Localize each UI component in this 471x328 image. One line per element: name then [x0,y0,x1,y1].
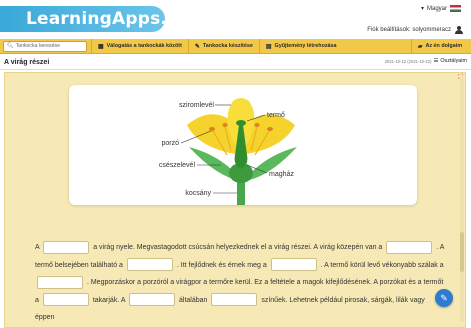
logo-text: LearningApps.org [26,9,200,29]
answer-field[interactable] [129,293,176,307]
anther-shape [222,123,228,127]
my-classes-link[interactable]: ☰ Osztályaim [433,58,467,64]
stigma-shape [236,120,246,126]
nav-item-my-stuff[interactable]: ▰ Az én dolgaim [410,38,468,54]
answer-field[interactable] [126,258,173,272]
pencil-icon: ✎ [440,292,448,303]
title-row: A virág részei 2021-12-12 (2021-12-22) ☰… [0,56,471,70]
search-placeholder: Tankocka keresése [15,43,60,49]
date-label: 2021-12-12 (2021-12-22) [384,58,432,64]
language-selector[interactable]: ▾ Magyar [421,5,461,12]
cloze-text: A a virág nyele. Megvastagodott csúcsán … [35,239,445,327]
answer-field[interactable] [42,293,89,307]
nav-item-label: Az én dolgaim [425,43,462,49]
account-label: Fiók beállítások: solyommeracz [367,27,451,33]
nav-item-label: Gyűjtemény létrehozása [274,43,337,49]
app-stage: ⛶ [4,72,466,328]
my-classes-label: Osztályaim [440,58,467,64]
collection-icon: ▤ [265,43,272,50]
folder-icon: ▰ [417,43,423,50]
label-stem: kocsány [185,190,211,197]
flower-diagram-card: sziromlevél termő porzó csészelevél magh… [69,85,417,205]
answer-field[interactable] [43,240,90,254]
page-meta: 2021-12-12 (2021-12-22) ☰ Osztályaim [385,58,467,64]
hungarian-flag-icon [450,5,461,12]
flower-diagram: sziromlevél termő porzó csészelevél magh… [159,98,297,205]
label-ovary: magház [269,171,294,178]
edit-button[interactable]: ✎ [435,289,453,307]
app-root: LearningApps.org ▾ Magyar Fiók beállítás… [0,0,471,328]
nav-item-label: Tankocka készítése [202,43,253,49]
page-title: A virág részei [4,59,50,66]
list-icon: ☰ [433,58,439,64]
pencil-icon: ✎ [194,43,200,50]
answer-field[interactable] [211,293,258,307]
text-segment: A [35,244,40,251]
label-stamen: porzó [161,140,179,147]
text-segment: takarják. A [92,296,126,304]
anther-shape [254,123,260,127]
main-nav: 🔍︎ Tankocka keresése ▦ Válogatás a tanko… [0,38,471,54]
answer-field[interactable] [270,258,317,272]
scrollbar-thumb[interactable] [460,232,464,272]
label-sepal: csészelevél [159,162,196,169]
search-icon: 🔍︎ [7,43,14,49]
user-icon [455,26,463,34]
nav-item-create-app[interactable]: ✎ Tankocka készítése [187,38,259,54]
nav-item-create-collection[interactable]: ▤ Gyűjtemény létrehozása [258,38,343,54]
search-input[interactable]: 🔍︎ Tankocka keresése [3,40,87,52]
grid-icon: ▦ [98,43,104,50]
answer-field[interactable] [37,275,83,289]
label-petal: sziromlevél [179,102,214,109]
answer-field[interactable] [386,240,433,254]
language-label: Magyar [426,5,447,12]
logo[interactable]: LearningApps.org [0,6,200,32]
anther-shape [209,127,215,131]
label-pistil: termő [267,112,285,119]
text-segment: . A termő körül levő vékonyabb szálak a [320,261,444,269]
nav-item-browse[interactable]: ▦ Válogatás a tankockák között [91,38,188,54]
anther-shape [267,127,273,131]
text-segment: . Itt fejlődnek és érnek meg a [176,261,267,269]
chevron-down-icon: ▾ [420,6,424,12]
top-bar: LearningApps.org ▾ Magyar Fiók beállítás… [0,0,471,38]
text-segment: általában [179,296,208,304]
text-segment: a virág nyele. Megvastagodott csúcsán he… [93,244,383,251]
account-settings-link[interactable]: Fiók beállítások: solyommeracz [367,26,463,34]
scrollbar[interactable] [460,77,464,322]
nav-item-label: Válogatás a tankockák között [106,43,182,49]
